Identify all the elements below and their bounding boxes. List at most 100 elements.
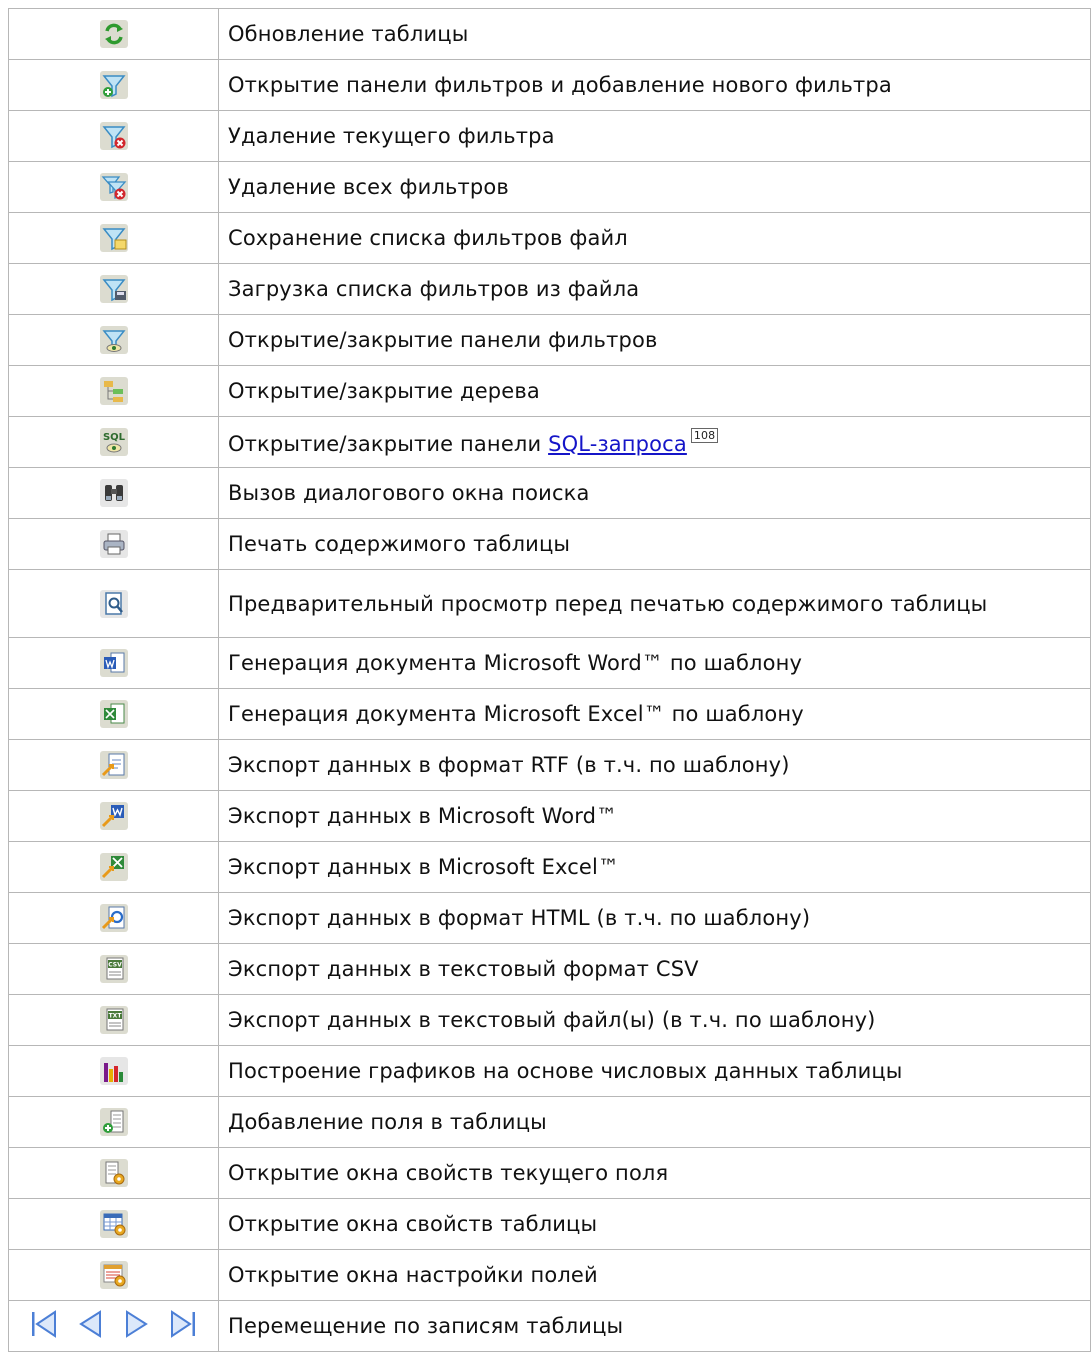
table-row: Открытие окна свойств текущего поля xyxy=(8,1147,1091,1199)
sql-panel-icon: SQL xyxy=(99,428,128,456)
icon-cell xyxy=(8,688,219,740)
icon-cell xyxy=(8,739,219,791)
last-record-icon xyxy=(171,1310,195,1338)
icon-cell xyxy=(8,212,219,264)
sql-query-link[interactable]: SQL-запроса xyxy=(548,432,687,456)
table-row: Открытие панели фильтров и добавление но… xyxy=(8,59,1091,111)
row-description: Перемещение по записям таблицы xyxy=(218,1300,1091,1352)
row-description: Экспорт данных в Microsoft Excel™ xyxy=(218,841,1091,893)
icon-cell xyxy=(8,8,219,60)
table-row: Добавление поля в таблицы xyxy=(8,1096,1091,1148)
previous-record-icon xyxy=(79,1310,101,1338)
row-description: Печать содержимого таблицы xyxy=(218,518,1091,570)
icon-cell xyxy=(8,467,219,519)
table-row: Удаление текущего фильтра xyxy=(8,110,1091,162)
word-template-icon xyxy=(99,649,128,677)
icon-cell xyxy=(8,841,219,893)
icon-cell xyxy=(8,263,219,315)
table-row: Печать содержимого таблицы xyxy=(8,518,1091,570)
table-row: Экспорт данных в Microsoft Word™ xyxy=(8,790,1091,842)
icon-cell xyxy=(8,314,219,366)
excel-template-icon xyxy=(99,700,128,728)
sql-row-text: Открытие/закрытие панели xyxy=(228,431,549,456)
row-description: Генерация документа Microsoft Word™ по ш… xyxy=(218,637,1091,689)
sql-icon-label: SQL xyxy=(102,432,125,443)
row-description: Сохранение списка фильтров файл xyxy=(218,212,1091,264)
table-row: CSV Экспорт данных в текстовый формат CS… xyxy=(8,943,1091,995)
row-description: Построение графиков на основе числовых д… xyxy=(218,1045,1091,1097)
add-field-icon xyxy=(99,1108,128,1136)
page-reference[interactable]: 108 xyxy=(690,427,719,443)
table-row: Обновление таблицы xyxy=(8,8,1091,60)
table-row: Предварительный просмотр перед печатью с… xyxy=(8,569,1091,638)
row-description: Открытие/закрытие дерева xyxy=(218,365,1091,417)
row-description: Открытие/закрытие панели фильтров xyxy=(218,314,1091,366)
export-word-icon xyxy=(99,802,128,830)
table-row: Открытие окна настройки полей xyxy=(8,1249,1091,1301)
binoculars-search-icon xyxy=(99,479,128,507)
icon-cell xyxy=(8,518,219,570)
row-description: Экспорт данных в текстовый формат CSV xyxy=(218,943,1091,995)
field-settings-icon xyxy=(99,1261,128,1289)
table-properties-icon xyxy=(99,1210,128,1238)
refresh-table-icon xyxy=(99,20,128,48)
table-row: TXT Экспорт данных в текстовый файл(ы) (… xyxy=(8,994,1091,1046)
icon-cell: SQL xyxy=(8,416,219,468)
row-description: Предварительный просмотр перед печатью с… xyxy=(218,569,1091,638)
icon-cell xyxy=(8,110,219,162)
icon-cell xyxy=(8,1198,219,1250)
row-description: Экспорт данных в Microsoft Word™ xyxy=(218,790,1091,842)
row-description: Открытие окна настройки полей xyxy=(218,1249,1091,1301)
toggle-tree-icon xyxy=(99,377,128,405)
txt-icon-label: TXT xyxy=(108,1013,122,1020)
icon-cell xyxy=(8,365,219,417)
toolbar-buttons-table: Обновление таблицы Открытие панели фильт… xyxy=(8,8,1091,1352)
export-txt-icon: TXT xyxy=(99,1006,128,1034)
table-row: Генерация документа Microsoft Word™ по ш… xyxy=(8,637,1091,689)
printer-icon xyxy=(99,530,128,558)
icon-cell: CSV xyxy=(8,943,219,995)
print-preview-icon xyxy=(99,589,128,618)
export-html-icon xyxy=(99,904,128,932)
toggle-filter-panel-icon xyxy=(99,326,128,354)
table-row: SQL Открытие/закрытие панели SQL-запроса… xyxy=(8,416,1091,468)
icon-cell xyxy=(8,892,219,944)
row-description: Удаление всех фильтров xyxy=(218,161,1091,213)
field-properties-icon xyxy=(99,1159,128,1187)
table-row: Экспорт данных в Microsoft Excel™ xyxy=(8,841,1091,893)
icon-cell xyxy=(8,59,219,111)
delete-all-filters-icon xyxy=(99,173,128,201)
csv-icon-label: CSV xyxy=(108,962,122,969)
row-description: Экспорт данных в формат RTF (в т.ч. по ш… xyxy=(218,739,1091,791)
row-description: Обновление таблицы xyxy=(218,8,1091,60)
row-description: Добавление поля в таблицы xyxy=(218,1096,1091,1148)
row-description: Удаление текущего фильтра xyxy=(218,110,1091,162)
table-row: Загрузка списка фильтров из файла xyxy=(8,263,1091,315)
row-description: Генерация документа Microsoft Excel™ по … xyxy=(218,688,1091,740)
row-description: Открытие окна свойств таблицы xyxy=(218,1198,1091,1250)
row-description: Вызов диалогового окна поиска xyxy=(218,467,1091,519)
export-csv-icon: CSV xyxy=(99,955,128,983)
icon-cell xyxy=(8,1300,219,1352)
icon-cell xyxy=(8,161,219,213)
row-description: Открытие/закрытие панели SQL-запроса 108 xyxy=(218,416,1091,468)
row-description: Загрузка списка фильтров из файла xyxy=(218,263,1091,315)
row-description: Открытие панели фильтров и добавление но… xyxy=(218,59,1091,111)
export-excel-icon xyxy=(99,853,128,881)
icon-cell xyxy=(8,1045,219,1097)
table-row: Экспорт данных в формат RTF (в т.ч. по ш… xyxy=(8,739,1091,791)
first-record-icon xyxy=(32,1310,56,1338)
icon-cell xyxy=(8,790,219,842)
table-row: Построение графиков на основе числовых д… xyxy=(8,1045,1091,1097)
export-rtf-icon xyxy=(99,751,128,779)
icon-cell xyxy=(8,1147,219,1199)
add-filter-icon xyxy=(99,71,128,99)
icon-cell xyxy=(8,637,219,689)
row-description: Открытие окна свойств текущего поля xyxy=(218,1147,1091,1199)
chart-icon xyxy=(99,1057,128,1085)
record-navigation-icons xyxy=(28,1309,199,1339)
table-row: Перемещение по записям таблицы xyxy=(8,1300,1091,1352)
delete-filter-icon xyxy=(99,122,128,150)
icon-cell xyxy=(8,569,219,638)
table-row: Открытие/закрытие панели фильтров xyxy=(8,314,1091,366)
